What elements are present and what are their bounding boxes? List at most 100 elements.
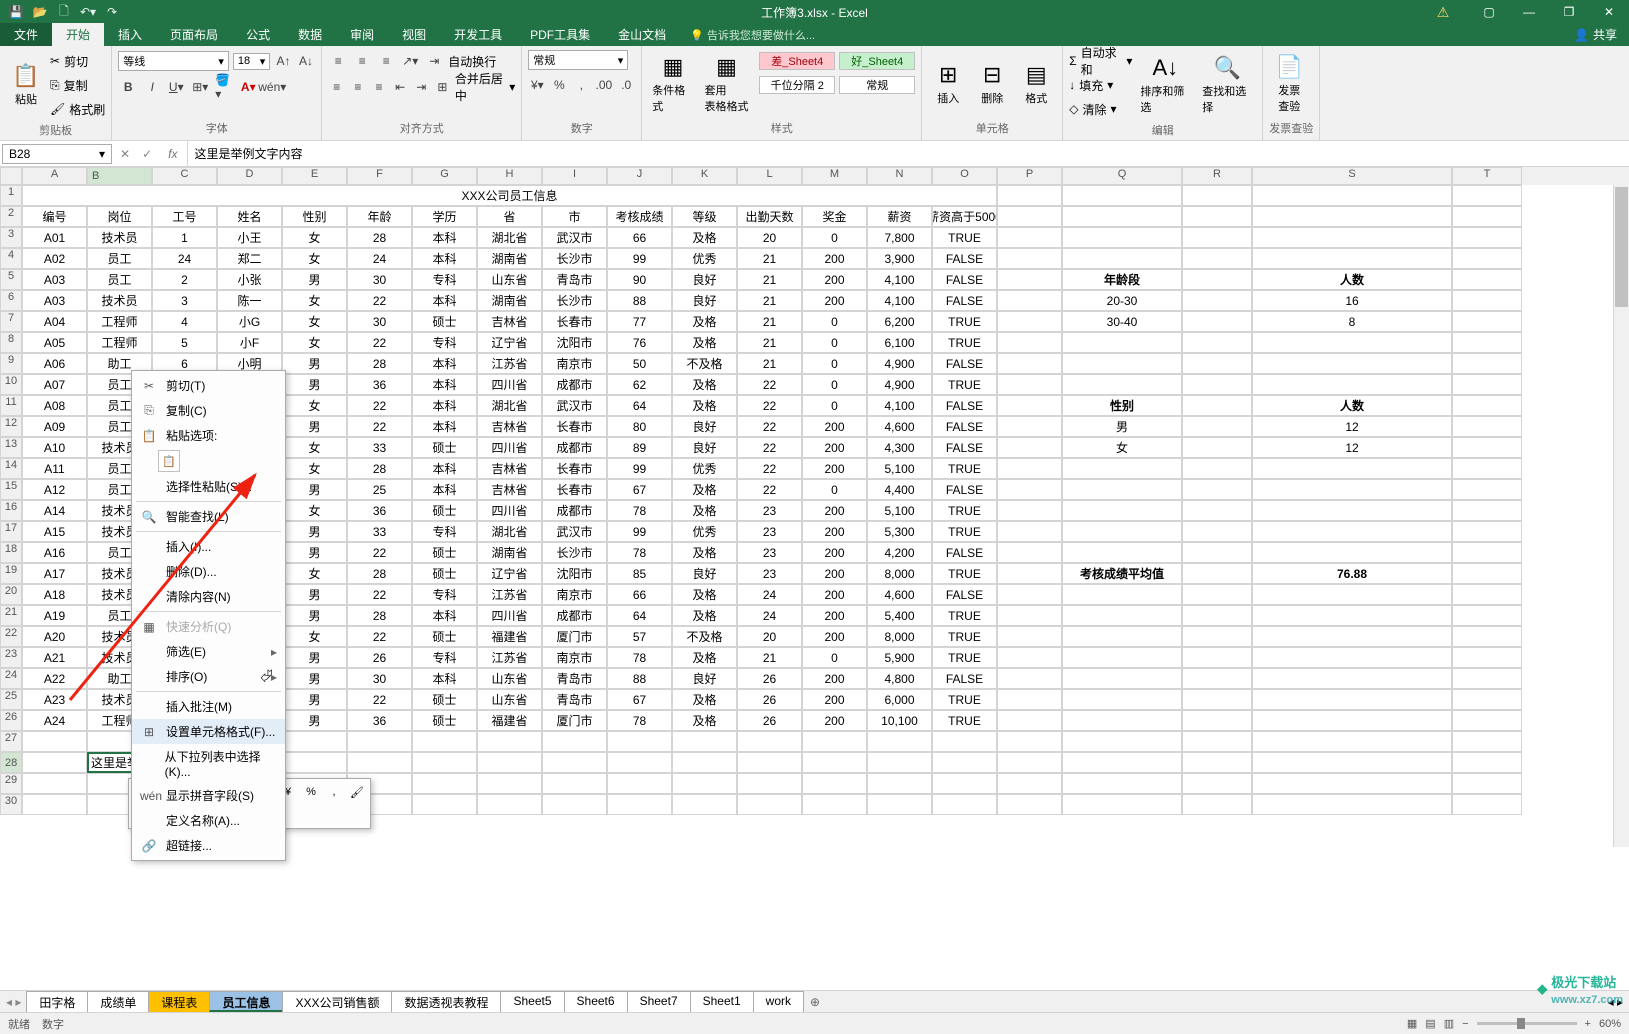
cell[interactable]: 8 <box>1252 311 1452 332</box>
sheet-tab-10[interactable]: work <box>753 991 804 1012</box>
cell[interactable] <box>1252 185 1452 206</box>
cell[interactable] <box>802 752 867 773</box>
cell[interactable]: FALSE <box>932 395 997 416</box>
cell[interactable]: 厦门市 <box>542 626 607 647</box>
cell[interactable]: 30-40 <box>1062 311 1182 332</box>
cell[interactable]: 不及格 <box>672 353 737 374</box>
cell[interactable]: 30 <box>347 668 412 689</box>
font-select[interactable]: 等线 ▾ <box>118 51 229 71</box>
cell[interactable] <box>607 794 672 815</box>
cell[interactable] <box>1062 500 1182 521</box>
cell[interactable]: 山东省 <box>477 668 542 689</box>
cell[interactable]: TRUE <box>932 626 997 647</box>
cell[interactable] <box>347 731 412 752</box>
cell[interactable]: 本科 <box>412 248 477 269</box>
cell[interactable] <box>997 290 1062 311</box>
cell[interactable]: 0 <box>802 332 867 353</box>
cell[interactable]: 16 <box>1252 290 1452 311</box>
cell[interactable]: 26 <box>737 710 802 731</box>
underline-button[interactable]: U▾ <box>166 77 186 97</box>
cell[interactable]: 78 <box>607 647 672 668</box>
cell[interactable] <box>1452 605 1522 626</box>
cell[interactable]: 湖北省 <box>477 521 542 542</box>
cell[interactable]: 男 <box>282 647 347 668</box>
dec-dec[interactable]: .0 <box>617 75 635 95</box>
cell[interactable]: A02 <box>22 248 87 269</box>
cell[interactable]: 4,900 <box>867 353 932 374</box>
cell[interactable] <box>1452 584 1522 605</box>
cell[interactable]: 28 <box>347 605 412 626</box>
cell[interactable] <box>1062 458 1182 479</box>
cell[interactable] <box>932 794 997 815</box>
cell[interactable]: 出勤天数 <box>737 206 802 227</box>
cell[interactable]: 3 <box>152 290 217 311</box>
cell[interactable]: 专科 <box>412 584 477 605</box>
sheet-scroll[interactable]: ◂ ▸ <box>0 991 27 1012</box>
cell[interactable]: 200 <box>802 248 867 269</box>
cell[interactable] <box>1062 626 1182 647</box>
cell[interactable] <box>607 731 672 752</box>
cell[interactable] <box>997 584 1062 605</box>
save-icon[interactable]: 💾 <box>6 2 26 22</box>
cell[interactable]: 5,100 <box>867 500 932 521</box>
ctx-define-name[interactable]: 定义名称(A)... <box>132 808 285 833</box>
cell[interactable] <box>1062 584 1182 605</box>
cell[interactable] <box>1182 647 1252 668</box>
cell[interactable] <box>1182 605 1252 626</box>
paste-normal-icon[interactable]: 📋 <box>158 450 180 472</box>
undo-icon[interactable]: ↶▾ <box>78 2 98 22</box>
row-header[interactable]: 3 <box>0 227 22 248</box>
cell[interactable]: FALSE <box>932 353 997 374</box>
cell[interactable]: 0 <box>802 647 867 668</box>
cell[interactable] <box>867 794 932 815</box>
cell[interactable] <box>1452 710 1522 731</box>
cell[interactable]: 工程师 <box>87 332 152 353</box>
cell[interactable] <box>477 773 542 794</box>
cell[interactable]: 四川省 <box>477 374 542 395</box>
cell[interactable]: 24 <box>737 584 802 605</box>
cell[interactable]: 吉林省 <box>477 458 542 479</box>
cell[interactable]: 人数 <box>1252 395 1452 416</box>
restore-icon[interactable]: ❐ <box>1549 0 1589 24</box>
col-header-T[interactable]: T <box>1452 167 1522 185</box>
row-header[interactable]: 18 <box>0 542 22 563</box>
cell[interactable]: 女 <box>282 500 347 521</box>
cell[interactable] <box>997 626 1062 647</box>
sheet-tab-1[interactable]: 成绩单 <box>87 991 149 1012</box>
align-mid[interactable]: ≡ <box>352 51 372 71</box>
tab-wps[interactable]: 金山文档 <box>604 23 680 46</box>
cell[interactable]: 学历 <box>412 206 477 227</box>
row-header[interactable]: 4 <box>0 248 22 269</box>
row-header[interactable]: 17 <box>0 521 22 542</box>
cell[interactable] <box>997 773 1062 794</box>
cell[interactable]: 64 <box>607 605 672 626</box>
cell[interactable]: 本科 <box>412 416 477 437</box>
cell[interactable]: 78 <box>607 710 672 731</box>
cell[interactable]: 编号 <box>22 206 87 227</box>
cell[interactable] <box>997 395 1062 416</box>
cell[interactable]: A16 <box>22 542 87 563</box>
cell[interactable]: 200 <box>802 542 867 563</box>
cell[interactable]: TRUE <box>932 311 997 332</box>
cell[interactable] <box>412 731 477 752</box>
row-header[interactable]: 23 <box>0 647 22 668</box>
cell[interactable] <box>1182 731 1252 752</box>
cell[interactable] <box>1452 311 1522 332</box>
cell[interactable] <box>672 731 737 752</box>
cell[interactable]: A12 <box>22 479 87 500</box>
cell[interactable] <box>997 794 1062 815</box>
cell[interactable]: 6,100 <box>867 332 932 353</box>
cell[interactable]: 硕士 <box>412 542 477 563</box>
add-sheet-button[interactable]: ⊕ <box>804 991 826 1012</box>
cell[interactable]: 3,900 <box>867 248 932 269</box>
cell[interactable]: 26 <box>737 668 802 689</box>
sheet-tab-6[interactable]: Sheet5 <box>500 991 564 1012</box>
cell[interactable] <box>1182 227 1252 248</box>
cond-format-button[interactable]: ▦条件格式 <box>648 50 698 118</box>
cell[interactable]: 薪资 <box>867 206 932 227</box>
cell[interactable] <box>1452 794 1522 815</box>
cell[interactable]: 湖北省 <box>477 395 542 416</box>
cell[interactable] <box>1062 647 1182 668</box>
tab-home[interactable]: 开始 <box>52 23 104 46</box>
cell[interactable]: 市 <box>542 206 607 227</box>
